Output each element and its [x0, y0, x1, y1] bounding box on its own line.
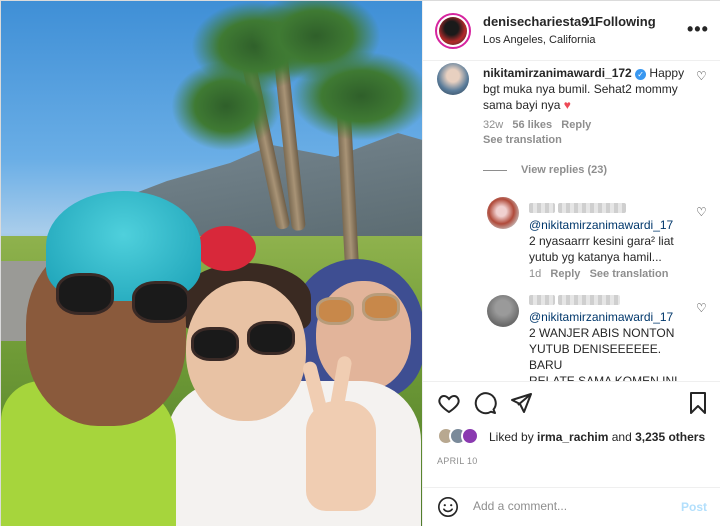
reply-mention[interactable]: @nikitamirzanimawardi_17 [529, 309, 689, 325]
reply-like-icon[interactable]: ♡ [696, 205, 707, 219]
add-comment-input[interactable] [473, 499, 673, 513]
reply-body-line: 2 nyasaarrr kesini gara² liat [529, 234, 674, 248]
see-translation-link[interactable]: See translation [590, 268, 669, 280]
see-translation-link[interactable]: See translation [483, 134, 562, 146]
reply-button[interactable]: Reply [550, 268, 580, 280]
reply-username-redacted [529, 201, 689, 217]
following-button[interactable]: Following [595, 14, 656, 29]
peace-sign-hand [301, 355, 376, 511]
reply-body-line: YUTUB DENISEEEEEE. BARU [529, 342, 662, 372]
comment-age: 32w [483, 119, 504, 131]
author-username[interactable]: denisechariesta91 [483, 14, 596, 29]
comment-composer: Post [423, 487, 720, 526]
liked-by-user-link[interactable]: irma_rachim [537, 430, 608, 444]
comment-meta: 32w 56 likes Reply [483, 119, 591, 131]
post-location[interactable]: Los Angeles, California [483, 34, 596, 46]
bookmark-icon[interactable] [686, 391, 710, 415]
reply-username-redacted [529, 293, 689, 309]
reply-body-line: RELATE SAMA KOMEN INI [529, 374, 678, 381]
reply-text: @nikitamirzanimawardi_17 2 nyasaarrr kes… [529, 201, 689, 265]
others-likes-link[interactable]: 3,235 others [635, 430, 705, 444]
post-date[interactable]: APRIL 10 [437, 456, 478, 466]
view-replies-button[interactable]: View replies (23) [521, 164, 607, 176]
red-hair-bow [196, 226, 256, 271]
post-dialog: denisechariesta91 • Following Los Angele… [0, 0, 720, 526]
reply-avatar[interactable] [487, 197, 519, 229]
comment-bubble-icon[interactable] [473, 391, 497, 415]
reply-age: 1d [529, 268, 542, 280]
verified-badge-icon: ✓ [635, 69, 647, 80]
comment-text: nikitamirzanimawardi_172 ✓ Happy bgt muk… [483, 65, 688, 113]
author-avatar[interactable] [435, 13, 471, 49]
liked-by-text: Liked by irma_rachim and 3,235 others [489, 430, 706, 444]
heart-outline-icon[interactable] [437, 391, 461, 415]
smiley-icon[interactable] [437, 496, 459, 518]
post-header: denisechariesta91 • Following Los Angele… [423, 1, 720, 61]
reply-text: @nikitamirzanimawardi_17 2 WANJER ABIS N… [529, 293, 689, 381]
reply-avatar[interactable] [487, 295, 519, 327]
more-options-icon[interactable]: ••• [687, 19, 709, 40]
black-sunglasses [191, 321, 301, 361]
post-photo[interactable] [1, 1, 422, 526]
reply-body-line: 2 WANJER ABIS NONTON [529, 326, 675, 340]
palm-frond [171, 61, 281, 151]
reply-meta: 1d Reply See translation [529, 268, 668, 280]
post-side-panel: denisechariesta91 • Following Los Angele… [422, 1, 720, 526]
commenter-avatar[interactable] [437, 63, 469, 95]
post-comment-button[interactable]: Post [681, 500, 707, 514]
reply-button[interactable]: Reply [561, 119, 591, 131]
comment-like-icon[interactable]: ♡ [696, 69, 707, 83]
comments-list[interactable]: nikitamirzanimawardi_172 ✓ Happy bgt muk… [423, 61, 720, 381]
commenter-username[interactable]: nikitamirzanimawardi_172 [483, 66, 632, 80]
palm-frond [291, 51, 422, 141]
red-heart-emoji: ♥ [563, 98, 571, 112]
dark-sunglasses [56, 271, 196, 331]
reply-like-icon[interactable]: ♡ [696, 301, 707, 315]
reply-mention[interactable]: @nikitamirzanimawardi_17 [529, 217, 689, 233]
paper-plane-icon[interactable] [509, 391, 533, 415]
reply-body-line: yutub yg katanya hamil... [529, 250, 662, 264]
aviator-sunglasses [316, 293, 406, 325]
comment-likes[interactable]: 56 likes [512, 119, 552, 131]
replies-divider [483, 170, 507, 171]
liker-avatar [461, 427, 479, 445]
post-actions-bar [423, 381, 720, 421]
separator-dot: • [585, 14, 590, 29]
